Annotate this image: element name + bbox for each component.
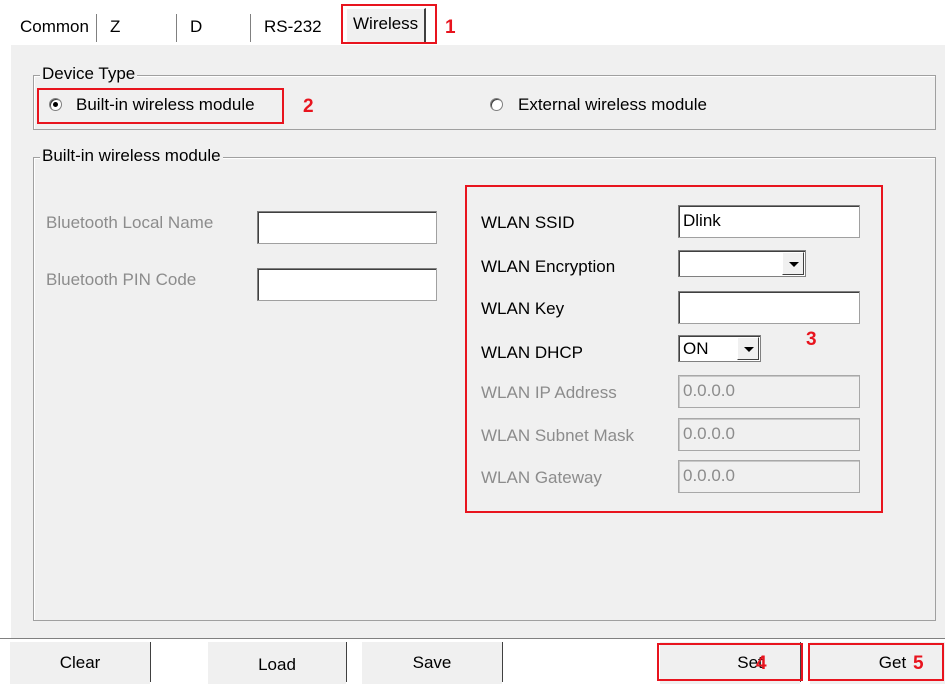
annotation-number-1: 1 [445, 17, 456, 38]
button-separator [502, 642, 504, 682]
wlan-subnet-mask-field[interactable]: 0.0.0.0 [678, 418, 860, 451]
tab-common[interactable]: Common [14, 12, 95, 44]
wlan-gateway-label: WLAN Gateway [481, 468, 602, 487]
tab-separator [250, 14, 252, 42]
save-button[interactable]: Save [362, 641, 502, 684]
annotation-number-4: 4 [756, 653, 767, 674]
annotation-number-2: 2 [303, 96, 314, 117]
wlan-encryption-label: WLAN Encryption [481, 257, 616, 276]
wlan-dhcp-value: ON [683, 339, 709, 358]
annotation-number-3: 3 [806, 329, 817, 350]
bt-local-name-label: Bluetooth Local Name [46, 213, 214, 232]
bt-pin-code-label: Bluetooth PIN Code [46, 270, 197, 289]
tab-rs232[interactable]: RS-232 [258, 12, 328, 44]
annotation-number-5: 5 [913, 653, 924, 674]
wlan-dhcp-select[interactable]: ON [678, 335, 761, 362]
wlan-encryption-select[interactable] [678, 250, 806, 277]
device-type-title: Device Type [40, 64, 138, 84]
annotation-box-4 [657, 643, 803, 681]
wlan-subnet-mask-label: WLAN Subnet Mask [481, 426, 635, 445]
bt-local-name-field[interactable] [257, 211, 437, 244]
wlan-ip-label: WLAN IP Address [481, 383, 617, 402]
bottom-divider [0, 638, 945, 640]
button-separator [346, 642, 348, 682]
wlan-dhcp-label: WLAN DHCP [481, 343, 584, 362]
tab-separator [176, 14, 178, 42]
external-radio-label[interactable]: External wireless module [518, 94, 707, 116]
load-button[interactable]: Load [208, 641, 346, 684]
annotation-box-2 [37, 88, 284, 124]
button-separator [150, 642, 152, 682]
wlan-key-field[interactable] [678, 291, 860, 324]
tab-separator [96, 14, 98, 42]
wlan-gateway-field[interactable]: 0.0.0.0 [678, 460, 860, 493]
wlan-key-label: WLAN Key [481, 299, 565, 318]
clear-button[interactable]: Clear [10, 641, 150, 684]
tab-d[interactable]: D [184, 12, 208, 44]
tab-z[interactable]: Z [104, 12, 126, 44]
wlan-ip-field[interactable]: 0.0.0.0 [678, 375, 860, 408]
chevron-down-icon[interactable] [737, 337, 759, 360]
external-radio[interactable] [490, 98, 503, 111]
wlan-ssid-label: WLAN SSID [481, 213, 575, 232]
annotation-box-1 [341, 4, 437, 44]
bt-pin-code-field[interactable] [257, 268, 437, 301]
chevron-down-icon[interactable] [782, 252, 804, 275]
builtin-module-title: Built-in wireless module [40, 146, 223, 166]
wlan-ssid-field[interactable]: Dlink [678, 205, 860, 238]
